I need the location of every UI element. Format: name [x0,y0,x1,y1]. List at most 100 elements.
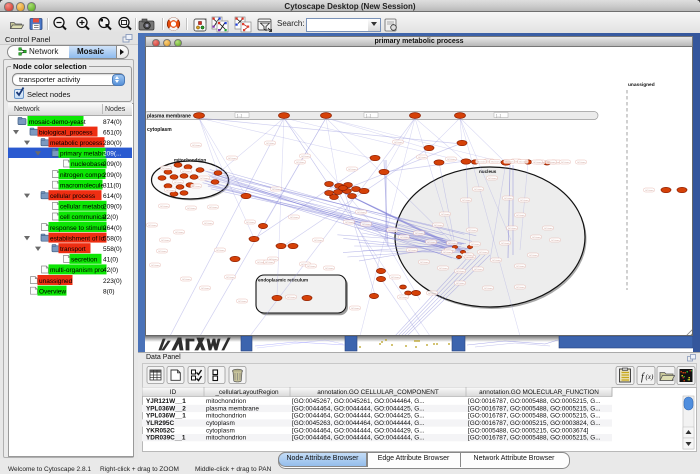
svg-text:GO-term: GO-term [544,227,553,230]
svg-text:GO-term: GO-term [479,251,488,254]
svg-text:GO-term: GO-term [516,265,525,268]
svg-text:[GO:0005488, GO:0005215, GO:00: [GO:0005488, GO:0005215, GO:0003674] [468,427,589,434]
svg-text:GO-term: GO-term [351,307,360,310]
svg-text:GO-term: GO-term [474,268,483,271]
svg-text:mosaic-demo-yeast: mosaic-demo-yeast [29,119,86,126]
svg-text:(x): (x) [646,373,654,381]
svg-text:GO-term: GO-term [192,185,201,188]
svg-text:GO-term: GO-term [484,287,493,290]
svg-text:22(0): 22(0) [103,214,118,221]
svg-text:GO-term: GO-term [504,197,513,200]
svg-text:GO-term: GO-term [348,168,357,171]
svg-text:GO-term: GO-term [434,224,443,227]
svg-text:YLR295C: YLR295C [146,420,174,427]
svg-text:GO-term: GO-term [577,161,586,164]
svg-text:GO-term: GO-term [325,267,334,270]
svg-text:42(0): 42(0) [103,267,118,274]
svg-text:GO-term: GO-term [519,161,528,164]
svg-text:YPL036W__1: YPL036W__1 [146,413,186,420]
svg-text:GO-term: GO-term [520,199,529,202]
svg-text:cytoplasm: cytoplasm [206,420,235,427]
svg-text:GO-term: GO-term [290,216,299,219]
svg-text:209(0): 209(0) [103,161,122,168]
svg-text:874(0): 874(0) [103,119,122,126]
svg-text:unassigned: unassigned [628,82,655,88]
svg-text:GO-term: GO-term [547,161,556,164]
svg-text:614(0): 614(0) [103,193,122,200]
svg-text:GO-term: GO-term [160,205,169,208]
svg-text:plasma membrane: plasma membrane [147,114,191,120]
svg-text:GO-term: GO-term [345,221,354,224]
svg-text:ID: ID [170,389,177,396]
svg-text:GO-term: GO-term [443,251,452,254]
svg-text:GO-term: GO-term [216,249,225,252]
svg-text:GO-term: GO-term [357,211,366,214]
svg-text:GO-term: GO-term [238,300,247,303]
svg-text:GO-term: GO-term [529,254,538,257]
svg-text:mitochondrion: mitochondrion [174,158,206,163]
svg-text:GO-term: GO-term [427,241,436,244]
svg-text:transport: transport [60,246,86,253]
svg-text:[GO:0016787, GO:0005488, GO:00: [GO:0016787, GO:0005488, GO:0005215, G..… [468,405,601,412]
svg-text:GO-term: GO-term [148,224,157,227]
svg-text:mitochondrion: mitochondrion [206,398,247,405]
svg-text:[GO:0016787, GO:0005488, GO:00: [GO:0016787, GO:0005488, GO:0005215, G..… [468,398,601,405]
svg-text:GO-term: GO-term [418,156,427,159]
svg-text:[GO:0016787, GO:0005488, GO:00: [GO:0016787, GO:0005488, GO:0005215, G..… [468,435,601,442]
svg-text:GO-term: GO-term [388,229,397,232]
svg-text:annotation.GO MOLECULAR_FUNCTI: annotation.GO MOLECULAR_FUNCTION [479,389,599,396]
svg-text:YPL036W__2: YPL036W__2 [146,405,186,412]
svg-text:secretion: secretion [71,257,98,264]
svg-text:280(0): 280(0) [103,140,122,147]
svg-text:[GO:0044464, GO:0044444, GO:00: [GO:0044464, GO:0044444, GO:0044425, G..… [292,413,425,420]
svg-text:GO-term: GO-term [516,214,525,217]
svg-text:GO-term: GO-term [151,264,160,267]
svg-text:GO-term: GO-term [441,213,450,216]
svg-text:[GO:0016787, GO:0005215, GO:00: [GO:0016787, GO:0005215, GO:0003824, G..… [468,420,601,427]
svg-text:endoplasmic reticulum: endoplasmic reticulum [258,278,308,283]
svg-text:response to stimulu: response to stimulu [50,225,107,232]
svg-text:8(0): 8(0) [103,288,115,295]
svg-text:GO-term: GO-term [200,177,209,180]
svg-text:311(0): 311(0) [103,182,121,189]
svg-text:GO-term: GO-term [287,296,296,299]
svg-text:GO-term: GO-term [551,239,560,242]
svg-text:cell communicat: cell communicat [60,214,107,221]
svg-text:GO-term: GO-term [645,189,654,192]
svg-text:unassigned: unassigned [39,278,73,285]
svg-text:cellular process: cellular process [50,193,96,200]
svg-text:GO-term: GO-term [162,167,171,170]
svg-text:GO-term: GO-term [301,155,310,158]
svg-text:[GO:0045267, GO:0045261, GO:00: [GO:0045267, GO:0045261, GO:0044464, G..… [292,398,425,405]
svg-text:annotation.GO CELLULAR_COMPONE: annotation.GO CELLULAR_COMPONENT [317,389,439,396]
svg-text:plasma membrane: plasma membrane [206,405,259,412]
svg-text:GO-term: GO-term [265,261,274,264]
svg-text:GO-term: GO-term [187,207,196,210]
svg-text:41(0): 41(0) [103,257,118,264]
svg-text:YJR121W__1: YJR121W__1 [146,398,186,405]
svg-text:GO-term: GO-term [228,157,237,160]
svg-text:GO-term: GO-term [192,144,201,147]
svg-text:223(0): 223(0) [103,278,122,285]
svg-text:GO-term: GO-term [474,188,483,191]
svg-text:209(0): 209(0) [103,172,122,179]
svg-text:GO-term: GO-term [175,231,184,234]
svg-text:GO-term: GO-term [464,254,473,257]
svg-text:GO-term: GO-term [272,188,281,191]
svg-text:GO-term: GO-term [439,267,448,270]
svg-text:YKR052C: YKR052C [146,427,175,434]
svg-text:[...]: [...] [366,114,371,118]
svg-text:[GO:0044464, GO:0044444, GO:00: [GO:0044464, GO:0044444, GO:0044425, G..… [292,405,425,412]
svg-text:GO-term: GO-term [448,242,457,245]
svg-text:GO-term: GO-term [532,236,541,239]
svg-text:cytoplasm: cytoplasm [147,127,172,133]
svg-text:_cellularLayoutRegion: _cellularLayoutRegion [214,389,279,396]
svg-text:GO-term: GO-term [394,141,403,144]
svg-text:558(0): 558(0) [103,235,122,242]
svg-text:GO-term: GO-term [415,232,424,235]
svg-text:558(0): 558(0) [103,246,122,253]
svg-text:GO-term: GO-term [420,261,429,264]
svg-text:GO-term: GO-term [399,296,408,299]
svg-text:[GO:0044464, GO:0044444, GO:00: [GO:0044464, GO:0044444, GO:0044444, G..… [292,435,425,442]
svg-text:mitochondrion: mitochondrion [206,435,247,442]
